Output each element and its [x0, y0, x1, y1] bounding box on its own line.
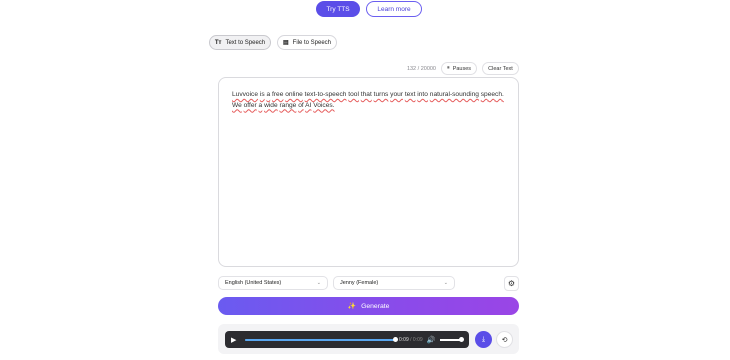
- editor-word: Voices.: [313, 101, 335, 109]
- generate-button[interactable]: ✨ Generate: [218, 297, 519, 315]
- character-counter: 132 / 20000: [406, 66, 436, 72]
- clear-text-button[interactable]: Clear Text: [482, 62, 519, 75]
- editor-word: into: [417, 91, 428, 98]
- volume-slider[interactable]: [439, 336, 465, 342]
- play-icon[interactable]: ▶: [231, 336, 241, 344]
- editor-word: that: [360, 91, 372, 98]
- tab-file-to-speech[interactable]: ▤ File to Speech: [277, 35, 337, 50]
- tab-text-to-speech[interactable]: Tт Text to Speech: [209, 35, 271, 50]
- repeat-icon: ⟲: [501, 336, 508, 344]
- current-time: 0:09: [399, 336, 409, 343]
- chevron-down-icon: ⌄: [316, 280, 321, 286]
- text-editor[interactable]: Luvvoice is a free online text-to-speech…: [218, 77, 519, 267]
- volume-knob[interactable]: [459, 336, 465, 342]
- editor-word: is: [259, 91, 265, 98]
- editor-word: free: [272, 91, 284, 98]
- text-size-icon: Tт: [214, 39, 222, 46]
- time-display: 0:09 / 0:09: [399, 337, 423, 343]
- total-time: / 0:09: [410, 336, 423, 343]
- editor-word: text: [404, 91, 416, 98]
- volume-icon[interactable]: 🔊: [427, 336, 436, 344]
- gear-icon: ⚙: [507, 279, 516, 288]
- pauses-button[interactable]: ⏸ Pauses: [441, 62, 477, 75]
- magic-wand-icon: ✨: [347, 303, 357, 310]
- editor-word: AI: [305, 101, 312, 109]
- editor-word: text-to-speech: [304, 91, 347, 98]
- editor-word: a: [258, 101, 263, 109]
- file-icon: ▤: [282, 40, 289, 46]
- generate-label: Generate: [361, 302, 390, 310]
- editor-word: natural-sounding: [429, 91, 479, 98]
- repeat-button[interactable]: ⟲: [496, 331, 513, 348]
- voice-value: Jenny (Female): [340, 280, 379, 286]
- tab-label: File to Speech: [292, 39, 332, 46]
- editor-word: speech.: [480, 91, 504, 98]
- tab-label: Text to Speech: [225, 39, 266, 46]
- try-tts-button[interactable]: Try TTS: [316, 1, 360, 17]
- download-button[interactable]: ⤓: [475, 331, 492, 348]
- learn-more-button[interactable]: Learn more: [366, 1, 422, 17]
- pause-icon: ⏸: [446, 65, 450, 71]
- editor-line: Luvvoice is a free online text-to-speech…: [232, 90, 512, 101]
- editor-word: We: [232, 101, 242, 109]
- editor-word: turns: [373, 91, 389, 98]
- settings-button[interactable]: ⚙: [504, 276, 519, 291]
- progress-fill: [245, 338, 395, 341]
- download-icon: ⤓: [481, 335, 486, 343]
- editor-word: offer: [243, 101, 257, 109]
- progress-knob[interactable]: [392, 336, 398, 342]
- language-select[interactable]: English (United States) ⌄: [218, 276, 328, 290]
- editor-word: wide: [264, 101, 278, 109]
- pauses-label: Pauses: [452, 65, 472, 72]
- editor-text[interactable]: Luvvoice is a free online text-to-speech…: [232, 90, 512, 111]
- progress-bar[interactable]: [245, 336, 398, 342]
- editor-word: range: [279, 101, 297, 109]
- chevron-down-icon: ⌄: [443, 280, 448, 286]
- editor-word: tool: [348, 91, 359, 98]
- audio-player-panel: ▶ 0:09 / 0:09 🔊 ⤓ ⟲: [218, 324, 519, 354]
- editor-word: Luvvoice: [232, 91, 259, 98]
- editor-word: of: [298, 101, 304, 109]
- editor-line: We offer a wide range of AI Voices.: [232, 101, 512, 112]
- editor-word: a: [266, 91, 271, 98]
- audio-player: ▶ 0:09 / 0:09 🔊: [225, 331, 469, 348]
- editor-word: online: [285, 91, 303, 98]
- voice-select[interactable]: Jenny (Female) ⌄: [333, 276, 455, 290]
- editor-word: your: [390, 91, 403, 98]
- language-value: English (United States): [225, 280, 282, 286]
